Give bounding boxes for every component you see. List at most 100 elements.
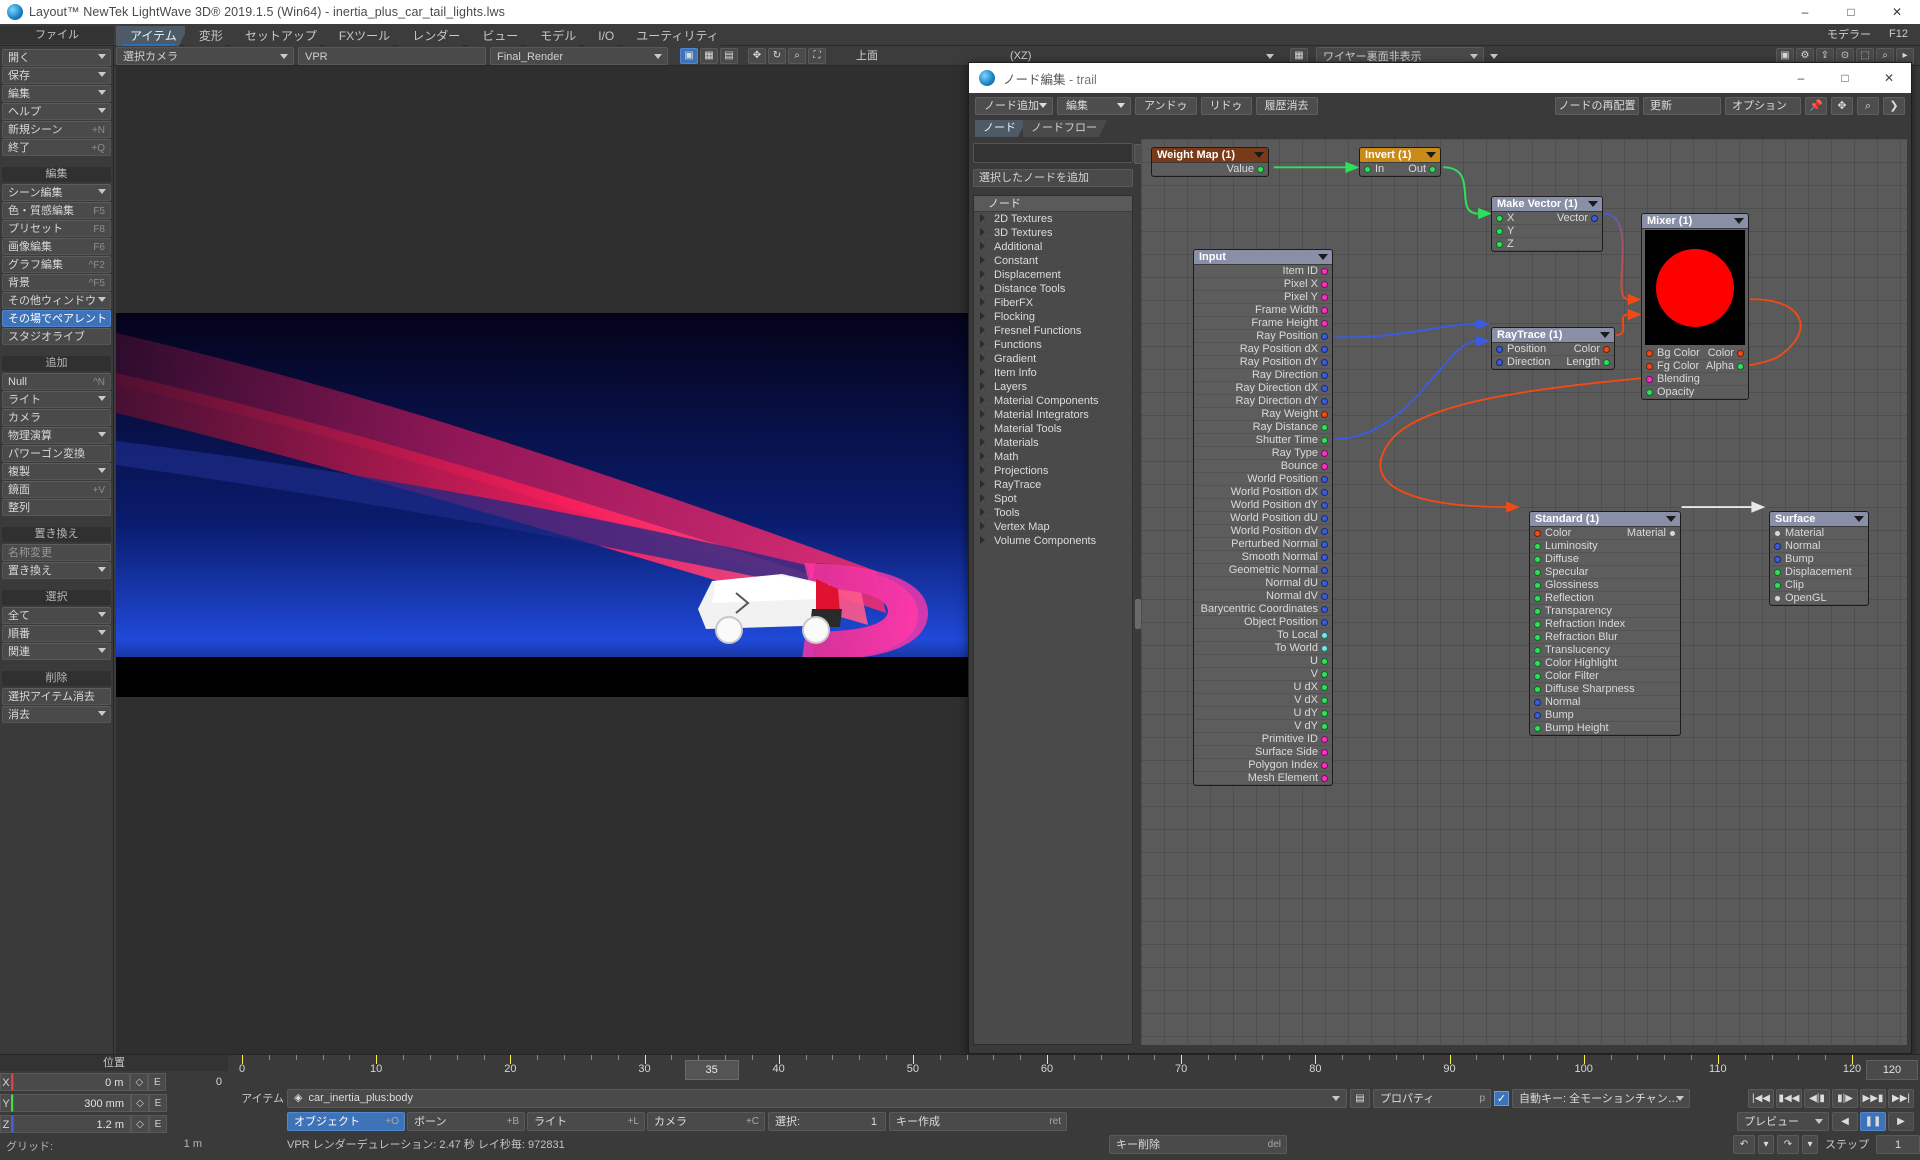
chevron-down-icon[interactable] [1254,152,1264,158]
node-category-item[interactable]: 2D Textures [974,212,1132,226]
node-port-dot[interactable] [1321,749,1328,756]
pan-icon[interactable]: ✥ [1831,97,1853,115]
node-port-dot[interactable] [1321,710,1328,717]
node-port-dot[interactable] [1774,569,1781,576]
rearrange-nodes-button[interactable]: ノードの再配置 [1555,97,1639,115]
node-port-dot[interactable] [1496,228,1503,235]
create-key-button[interactable]: キー作成 ret [889,1111,1067,1131]
node-output-row[interactable]: Shutter Time [1194,434,1332,447]
node-port-dot[interactable] [1321,320,1328,327]
node-port-dot[interactable] [1321,281,1328,288]
sidebar-item-1-7[interactable]: その場でペアレント [2,310,111,327]
sidebar-item-1-2[interactable]: プリセット F8 [2,220,111,237]
main-tab-4[interactable]: レンダー [398,26,472,46]
node-port-dot[interactable] [1321,697,1328,704]
clear-history-button[interactable]: 履歴消去 [1255,97,1318,115]
graph-node-header[interactable]: Invert (1) [1360,148,1440,163]
node-io-row[interactable]: Displacement [1770,566,1868,579]
node-port-dot[interactable] [1737,363,1744,370]
node-port-dot[interactable] [1646,389,1653,396]
graph-node-header[interactable]: Mixer (1) [1642,214,1748,229]
node-output-row[interactable]: Frame Width [1194,304,1332,317]
node-category-item[interactable]: Vertex Map [974,520,1132,534]
main-tab-1[interactable]: 変形 [185,26,235,46]
node-category-item[interactable]: Gradient [974,352,1132,366]
graph-node-makevector[interactable]: Make Vector (1) X Vector Y Z [1491,196,1603,252]
node-output-row[interactable]: Ray Direction [1194,369,1332,382]
node-io-row[interactable]: Color Filter [1530,670,1680,683]
node-io-row[interactable]: Material [1770,527,1868,540]
rotate-tool-icon[interactable]: ↻ [768,47,786,64]
node-output-row[interactable]: Pixel X [1194,278,1332,291]
node-port-dot[interactable] [1321,424,1328,431]
main-tab-8[interactable]: ユーティリティ [622,26,731,46]
node-editor-tab-0[interactable]: ノード [975,120,1026,137]
undo-step-icon[interactable]: ↶ [1733,1134,1755,1154]
node-io-row[interactable]: Color Highlight [1530,657,1680,670]
node-output-row[interactable]: Object Position [1194,616,1332,629]
mode-button-1[interactable]: ボーン +B [407,1111,525,1131]
transport-button-3[interactable]: ▮|▶ [1832,1088,1858,1108]
sidebar-item-2-1[interactable]: ライト [2,391,111,408]
node-output-row[interactable]: Smooth Normal [1194,551,1332,564]
mode-button-3[interactable]: カメラ +C [647,1111,765,1131]
node-category-item[interactable]: Spot [974,492,1132,506]
node-category-item[interactable]: Tools [974,506,1132,520]
node-output-row[interactable]: Barycentric Coordinates [1194,603,1332,616]
node-port-dot[interactable] [1321,671,1328,678]
main-tab-7[interactable]: I/O [584,26,626,46]
node-port-dot[interactable] [1321,346,1328,353]
fit-view-icon[interactable]: ⛶ [808,47,826,64]
node-port-dot[interactable] [1603,359,1610,366]
chevron-down-icon[interactable] [1600,332,1610,338]
chevron-down-icon[interactable] [1666,516,1676,522]
autokey-checkbox[interactable]: ✓ [1494,1090,1509,1106]
sidebar-item-0-0[interactable]: 開く [2,49,111,66]
node-port-dot[interactable] [1321,515,1328,522]
redo-button[interactable]: リドゥ [1200,97,1252,115]
node-editor-tab-1[interactable]: ノードフロー [1023,120,1107,137]
node-port-dot[interactable] [1534,725,1541,732]
item-list-icon[interactable]: ▤ [1350,1088,1370,1108]
node-output-row[interactable]: Pixel Y [1194,291,1332,304]
node-category-item[interactable]: Fresnel Functions [974,324,1132,338]
node-port-dot[interactable] [1321,658,1328,665]
graph-node-surface[interactable]: Surface Material Normal Bump Displacement Cli… [1769,511,1869,606]
sidebar-item-3-0[interactable]: 名称変更 [2,544,111,561]
node-port-dot[interactable] [1534,530,1541,537]
node-port-dot[interactable] [1534,660,1541,667]
node-search-input[interactable] [973,143,1158,164]
viewport[interactable] [116,66,968,1055]
node-port-dot[interactable] [1534,634,1541,641]
sidebar-item-2-6[interactable]: 鏡面 +V [2,481,111,498]
node-category-item[interactable]: Functions [974,338,1132,352]
node-port-dot[interactable] [1321,307,1328,314]
sidebar-item-1-3[interactable]: 画像編集 F6 [2,238,111,255]
node-io-row[interactable]: Reflection [1530,592,1680,605]
sidebar-item-0-3[interactable]: ヘルプ [2,103,111,120]
sidebar-item-2-5[interactable]: 複製 [2,463,111,480]
playback-button-1[interactable]: ❚❚ [1860,1111,1886,1131]
node-port-dot[interactable] [1321,294,1328,301]
mode-button-2[interactable]: ライト +L [527,1111,645,1131]
node-io-row[interactable]: Clip [1770,579,1868,592]
redo-step-icon[interactable]: ↷ [1777,1134,1799,1154]
transport-button-0[interactable]: |◀◀ [1748,1088,1774,1108]
sidebar-item-0-5[interactable]: 終了 +Q [2,139,111,156]
chevron-down-icon[interactable] [1588,201,1598,207]
node-port-dot[interactable] [1534,556,1541,563]
node-port-dot[interactable] [1496,346,1503,353]
node-output-row[interactable]: Normal dV [1194,590,1332,603]
main-tab-0[interactable]: アイテム [116,26,189,46]
update-button[interactable]: 更新 [1643,97,1721,115]
node-port-dot[interactable] [1534,608,1541,615]
node-port-dot[interactable] [1321,736,1328,743]
node-output-row[interactable]: U [1194,655,1332,668]
graph-node-invert[interactable]: Invert (1) In Out [1359,147,1441,177]
node-io-row[interactable]: Bump Height [1530,722,1680,735]
sidebar-item-0-2[interactable]: 編集 [2,85,111,102]
graph-node-header[interactable]: Weight Map (1) [1152,148,1268,163]
axis-lock-icon-X[interactable]: ◇ [130,1073,149,1091]
node-output-row[interactable]: World Position dX [1194,486,1332,499]
axis-value-X[interactable]: 0 m [12,1073,131,1091]
